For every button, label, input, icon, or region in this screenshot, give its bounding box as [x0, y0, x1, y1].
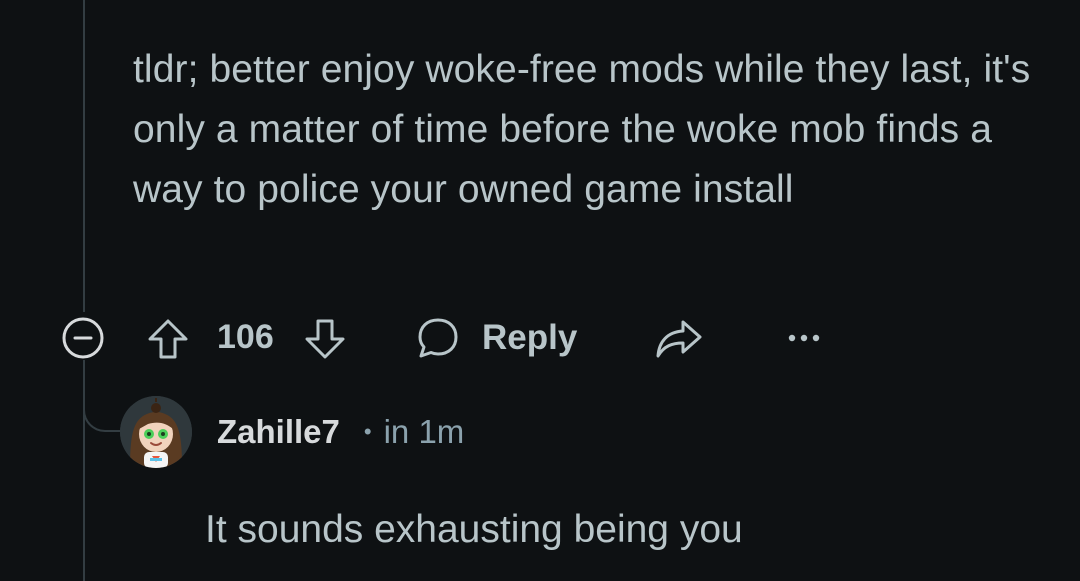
reply-button[interactable]: Reply [414, 310, 577, 366]
more-options-button[interactable] [786, 326, 822, 350]
collapse-minus-icon [62, 317, 104, 359]
vote-score: 106 [217, 318, 274, 356]
speech-bubble-icon [418, 318, 458, 358]
upvote-arrow-icon [148, 319, 188, 359]
more-dots-icon [788, 334, 820, 342]
reply-timestamp: in 1m [383, 413, 465, 450]
downvote-button[interactable] [301, 315, 349, 363]
share-arrow-icon [656, 320, 702, 358]
share-button[interactable] [654, 316, 704, 362]
author-username[interactable]: Zahille7 [217, 413, 340, 451]
comment-action-bar: 106 Reply [0, 310, 1080, 366]
reply-label: Reply [482, 318, 578, 357]
downvote-arrow-icon [305, 319, 345, 359]
parent-comment-body: tldr; better enjoy woke-free mods while … [133, 48, 1031, 211]
collapse-button[interactable] [61, 316, 105, 360]
user-avatar[interactable] [120, 396, 192, 468]
thread-line[interactable] [83, 0, 85, 312]
upvote-button[interactable] [144, 315, 192, 363]
reply-comment-body: It sounds exhausting being you [205, 508, 743, 551]
reply-author-row: Zahille7 • in 1m [217, 410, 464, 454]
meta-separator: • [363, 419, 372, 444]
